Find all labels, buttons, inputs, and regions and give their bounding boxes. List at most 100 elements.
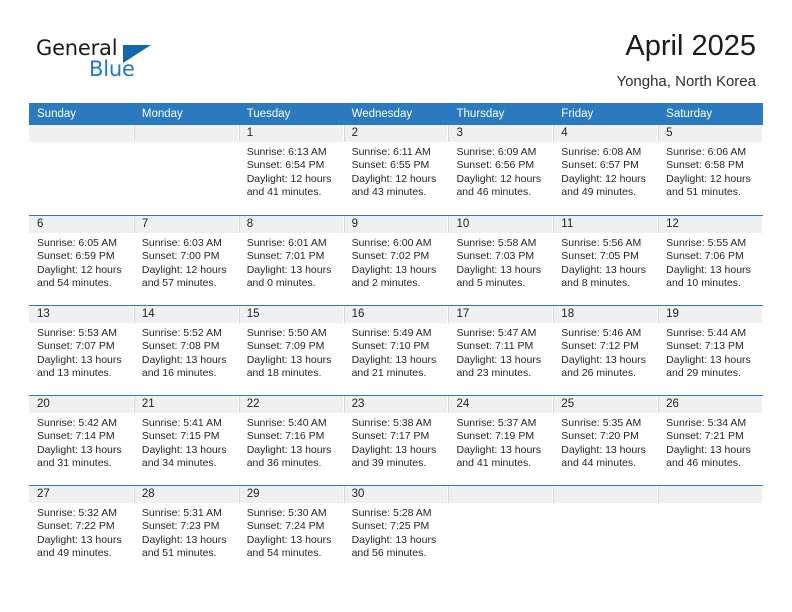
logo-text-blue: Blue	[89, 57, 135, 81]
daylight-text-line1: Daylight: 13 hours	[456, 263, 542, 276]
day-cell[interactable]: 24 Sunrise: 5:37 AM Sunset: 7:19 PM Dayl…	[448, 396, 554, 485]
daylight-text-line2: and 51 minutes.	[141, 546, 217, 559]
sunrise-text: Sunrise: 6:06 AM	[666, 146, 747, 158]
day-cell[interactable]	[133, 125, 239, 215]
day-number-band	[133, 125, 239, 142]
sunrise-text: Sunrise: 6:08 AM	[561, 146, 642, 158]
day-cell[interactable]: 11 Sunrise: 5:56 AM Sunset: 7:05 PM Dayl…	[553, 216, 659, 305]
day-cell[interactable]: 5 Sunrise: 6:06 AM Sunset: 6:58 PM Dayli…	[658, 125, 764, 215]
sunrise-text: Sunrise: 5:46 AM	[561, 327, 642, 339]
daylight-text-line1: Daylight: 13 hours	[561, 353, 646, 366]
day-cell[interactable]: 10 Sunrise: 5:58 AM Sunset: 7:03 PM Dayl…	[448, 216, 554, 305]
day-details: Sunrise: 6:08 AM Sunset: 6:57 PM Dayligh…	[553, 142, 658, 199]
sunset-text: Sunset: 7:22 PM	[37, 520, 115, 533]
day-cell[interactable]: 7 Sunrise: 6:03 AM Sunset: 7:00 PM Dayli…	[133, 216, 239, 305]
daylight-text-line1: Daylight: 13 hours	[141, 353, 227, 366]
day-cell[interactable]: 17 Sunrise: 5:47 AM Sunset: 7:11 PM Dayl…	[448, 306, 554, 395]
daylight-text-line1: Daylight: 13 hours	[351, 263, 437, 276]
day-details: Sunrise: 5:52 AM Sunset: 7:08 PM Dayligh…	[134, 323, 239, 380]
day-details: Sunrise: 5:35 AM Sunset: 7:20 PM Dayligh…	[553, 413, 658, 470]
daylight-text-line2: and 56 minutes.	[351, 546, 427, 559]
day-number: 14	[141, 308, 155, 320]
day-number-band	[448, 486, 554, 503]
day-cell[interactable]: 20 Sunrise: 5:42 AM Sunset: 7:14 PM Dayl…	[29, 396, 134, 485]
sunrise-text: Sunrise: 6:05 AM	[37, 237, 117, 249]
day-cell[interactable]: 28 Sunrise: 5:31 AM Sunset: 7:23 PM Dayl…	[133, 486, 239, 575]
day-number: 1	[246, 127, 254, 139]
day-details	[448, 503, 553, 507]
calendar-grid: Sunday Monday Tuesday Wednesday Thursday…	[29, 103, 764, 575]
day-number: 20	[37, 398, 50, 410]
daylight-text-line1: Daylight: 13 hours	[666, 263, 751, 276]
day-cell[interactable]	[658, 486, 764, 575]
day-number: 29	[246, 488, 260, 500]
day-cell[interactable]	[448, 486, 554, 575]
day-cell[interactable]: 25 Sunrise: 5:35 AM Sunset: 7:20 PM Dayl…	[553, 396, 659, 485]
day-number: 23	[351, 398, 365, 410]
day-cell[interactable]: 3 Sunrise: 6:09 AM Sunset: 6:56 PM Dayli…	[448, 125, 554, 215]
day-cell[interactable]: 8 Sunrise: 6:01 AM Sunset: 7:01 PM Dayli…	[238, 216, 344, 305]
day-number-band	[553, 486, 659, 503]
day-number: 28	[141, 488, 155, 500]
sunrise-text: Sunrise: 5:35 AM	[561, 417, 642, 429]
day-cell[interactable]	[29, 125, 134, 215]
sunrise-text: Sunrise: 6:03 AM	[141, 237, 222, 249]
day-cell[interactable]: 13 Sunrise: 5:53 AM Sunset: 7:07 PM Dayl…	[29, 306, 134, 395]
daylight-text-line2: and 2 minutes.	[351, 276, 421, 289]
day-cell[interactable]: 29 Sunrise: 5:30 AM Sunset: 7:24 PM Dayl…	[238, 486, 344, 575]
day-cell[interactable]: 18 Sunrise: 5:46 AM Sunset: 7:12 PM Dayl…	[553, 306, 659, 395]
day-cell[interactable]: 15 Sunrise: 5:50 AM Sunset: 7:09 PM Dayl…	[238, 306, 344, 395]
daylight-text-line2: and 49 minutes.	[37, 546, 112, 559]
day-cell[interactable]: 16 Sunrise: 5:49 AM Sunset: 7:10 PM Dayl…	[343, 306, 449, 395]
day-details: Sunrise: 5:37 AM Sunset: 7:19 PM Dayligh…	[448, 413, 553, 470]
day-cell[interactable]: 30 Sunrise: 5:28 AM Sunset: 7:25 PM Dayl…	[343, 486, 449, 575]
day-cell[interactable]: 27 Sunrise: 5:32 AM Sunset: 7:22 PM Dayl…	[29, 486, 134, 575]
day-details: Sunrise: 6:03 AM Sunset: 7:00 PM Dayligh…	[134, 233, 239, 290]
day-details: Sunrise: 5:34 AM Sunset: 7:21 PM Dayligh…	[658, 413, 763, 470]
day-cell[interactable]: 19 Sunrise: 5:44 AM Sunset: 7:13 PM Dayl…	[658, 306, 764, 395]
week-row: 13 Sunrise: 5:53 AM Sunset: 7:07 PM Dayl…	[29, 305, 764, 395]
day-cell[interactable]: 12 Sunrise: 5:55 AM Sunset: 7:06 PM Dayl…	[658, 216, 764, 305]
sunrise-text: Sunrise: 6:13 AM	[246, 146, 327, 158]
day-cell[interactable]: 23 Sunrise: 5:38 AM Sunset: 7:17 PM Dayl…	[343, 396, 449, 485]
sunrise-text: Sunrise: 5:50 AM	[246, 327, 327, 339]
daylight-text-line2: and 36 minutes.	[246, 456, 322, 469]
daylight-text-line1: Daylight: 13 hours	[351, 443, 437, 456]
title-block: April 2025 Yongha, North Korea	[616, 28, 756, 91]
day-cell[interactable]: 22 Sunrise: 5:40 AM Sunset: 7:16 PM Dayl…	[238, 396, 344, 485]
day-cell[interactable]: 4 Sunrise: 6:08 AM Sunset: 6:57 PM Dayli…	[553, 125, 659, 215]
day-cell[interactable]	[553, 486, 659, 575]
sunset-text: Sunset: 6:58 PM	[666, 159, 744, 172]
day-details: Sunrise: 5:49 AM Sunset: 7:10 PM Dayligh…	[344, 323, 449, 380]
day-cell[interactable]: 21 Sunrise: 5:41 AM Sunset: 7:15 PM Dayl…	[133, 396, 239, 485]
day-cell[interactable]: 9 Sunrise: 6:00 AM Sunset: 7:02 PM Dayli…	[343, 216, 449, 305]
sunrise-text: Sunrise: 5:38 AM	[351, 417, 432, 429]
daylight-text-line1: Daylight: 12 hours	[561, 172, 646, 185]
day-cell[interactable]: 26 Sunrise: 5:34 AM Sunset: 7:21 PM Dayl…	[658, 396, 764, 485]
day-number: 8	[246, 218, 254, 230]
day-number-band: 9	[343, 216, 449, 233]
day-cell[interactable]: 1 Sunrise: 6:13 AM Sunset: 6:54 PM Dayli…	[238, 125, 344, 215]
sunrise-text: Sunrise: 5:44 AM	[666, 327, 747, 339]
daylight-text-line1: Daylight: 13 hours	[456, 353, 542, 366]
day-details: Sunrise: 5:31 AM Sunset: 7:23 PM Dayligh…	[134, 503, 239, 560]
sunrise-text: Sunrise: 5:42 AM	[37, 417, 117, 429]
weekday-header-tuesday: Tuesday	[246, 108, 291, 120]
day-number: 5	[666, 127, 673, 139]
daylight-text-line2: and 41 minutes.	[246, 185, 322, 198]
day-details: Sunrise: 6:06 AM Sunset: 6:58 PM Dayligh…	[658, 142, 763, 199]
weekday-header-saturday: Saturday	[666, 108, 713, 120]
day-cell[interactable]: 6 Sunrise: 6:05 AM Sunset: 6:59 PM Dayli…	[29, 216, 134, 305]
daylight-text-line1: Daylight: 13 hours	[246, 353, 332, 366]
day-cell[interactable]: 2 Sunrise: 6:11 AM Sunset: 6:55 PM Dayli…	[343, 125, 449, 215]
generalblue-logo[interactable]: General Blue	[36, 36, 166, 84]
day-details: Sunrise: 5:41 AM Sunset: 7:15 PM Dayligh…	[134, 413, 239, 470]
sunrise-text: Sunrise: 5:52 AM	[141, 327, 222, 339]
day-number-band: 11	[553, 216, 659, 233]
sunset-text: Sunset: 7:07 PM	[37, 340, 115, 353]
day-cell[interactable]: 14 Sunrise: 5:52 AM Sunset: 7:08 PM Dayl…	[133, 306, 239, 395]
weekday-header-friday: Friday	[561, 108, 594, 120]
daylight-text-line1: Daylight: 13 hours	[246, 443, 332, 456]
day-details: Sunrise: 6:09 AM Sunset: 6:56 PM Dayligh…	[448, 142, 553, 199]
sunset-text: Sunset: 6:54 PM	[246, 159, 325, 172]
